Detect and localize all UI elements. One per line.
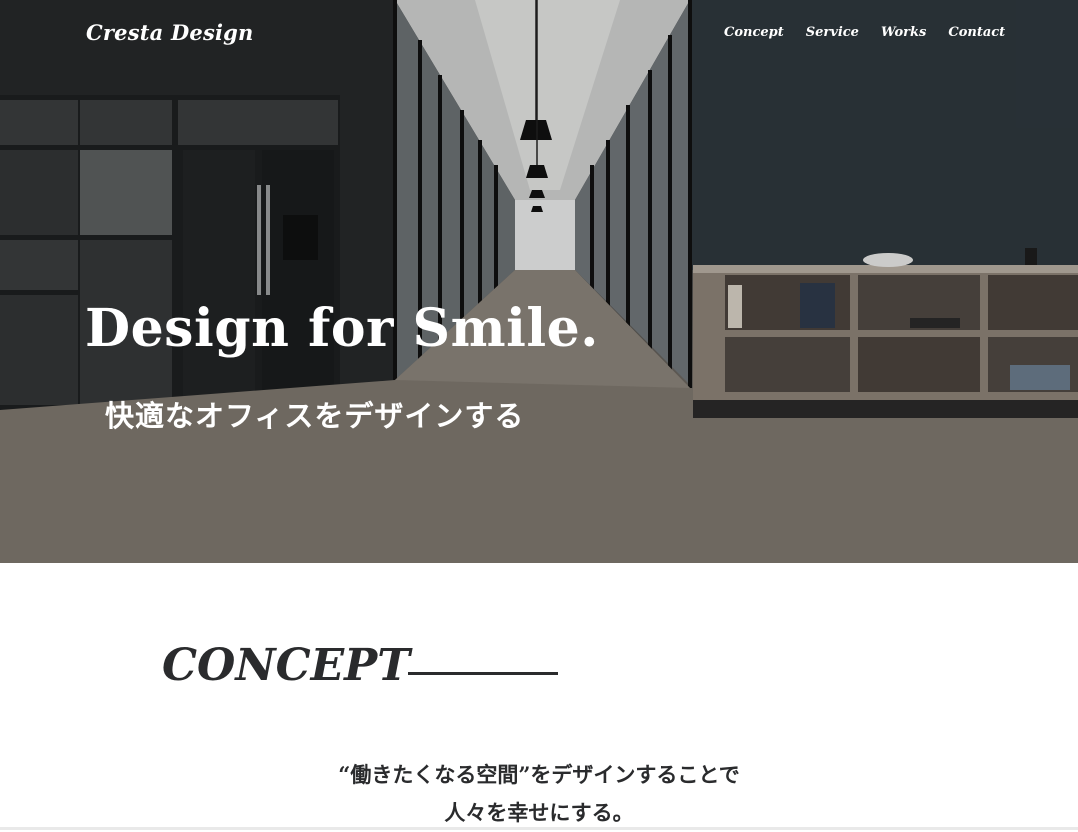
site-logo[interactable]: Cresta Design <box>86 20 254 45</box>
concept-line: “働きたくなる空間”をデザインすることで <box>338 762 740 787</box>
hero-section: Cresta Design Concept Service Works Cont… <box>0 0 1078 563</box>
hero-subtitle: 快適なオフィスをデザインする <box>105 399 525 433</box>
main-nav: Concept Service Works Contact <box>724 25 1027 40</box>
hero-overlay <box>0 0 1078 563</box>
nav-item-works[interactable]: Works <box>881 25 926 40</box>
concept-text: “働きたくなる空間”をデザインすることで 人々を幸せにする。 <box>0 756 1078 832</box>
concept-divider <box>408 672 558 675</box>
nav-item-contact[interactable]: Contact <box>948 25 1005 40</box>
concept-heading: CONCEPT <box>162 640 410 691</box>
nav-item-service[interactable]: Service <box>806 25 859 40</box>
nav-item-concept[interactable]: Concept <box>724 25 784 40</box>
hero-title: Design for Smile. <box>85 298 599 359</box>
